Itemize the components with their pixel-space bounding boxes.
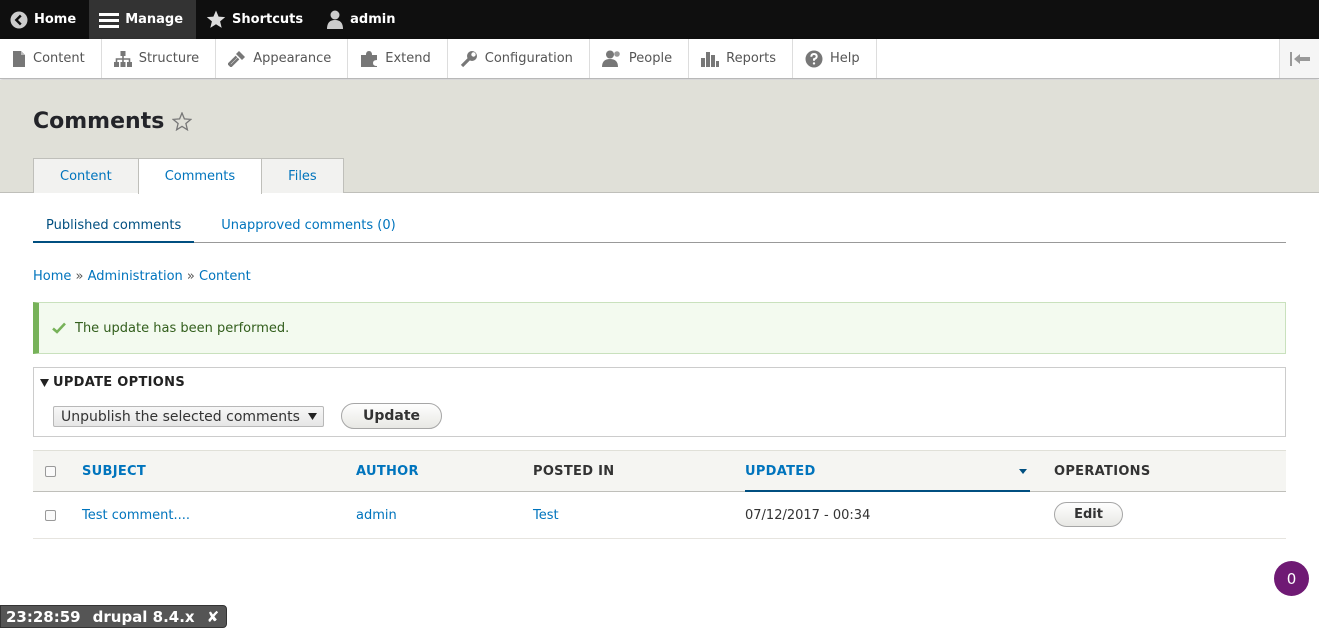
document-icon: [13, 50, 25, 67]
toolbar-user[interactable]: admin: [316, 0, 408, 39]
star-outline-icon[interactable]: [172, 112, 193, 131]
tab-content[interactable]: Content: [33, 158, 139, 193]
update-button[interactable]: Update: [341, 403, 442, 429]
dropdown-arrow-icon: [308, 413, 317, 420]
tray-item-people[interactable]: People: [590, 39, 690, 78]
update-options: UPDATE OPTIONS Unpublish the selected co…: [33, 367, 1286, 437]
triangle-down-icon: [40, 378, 49, 387]
page-title-text: Comments: [33, 109, 165, 134]
close-icon[interactable]: ✘: [207, 608, 220, 626]
tray-item-content[interactable]: Content: [0, 39, 102, 78]
people-icon: [601, 50, 620, 67]
toolbar-shortcuts[interactable]: Shortcuts: [196, 0, 316, 39]
admin-tray: Content Structure Appearance Extend Conf…: [0, 39, 1319, 79]
sort-descending-icon[interactable]: [1019, 469, 1027, 474]
env-site: drupal 8.4.x: [92, 607, 195, 626]
sort-desc-cell: [1019, 451, 1027, 492]
page-header: Comments Content Comments Files: [0, 80, 1319, 194]
toolbar-user-label: admin: [350, 12, 396, 27]
row-select-cell: [45, 492, 56, 538]
tray-label-content: Content: [33, 51, 85, 66]
row-checkbox[interactable]: [45, 509, 56, 521]
env-time: 23:28:59: [6, 607, 81, 626]
tray-label-reports: Reports: [726, 51, 776, 66]
header-posted-in: POSTED IN: [533, 464, 615, 479]
tray-item-extend[interactable]: Extend: [348, 39, 448, 78]
action-select-value: Unpublish the selected comments: [61, 408, 300, 425]
tray-label-structure: Structure: [138, 51, 200, 66]
tray-item-appearance[interactable]: Appearance: [216, 39, 349, 78]
breadcrumb: Home » Administration » Content: [33, 269, 251, 284]
header-operations: OPERATIONS: [1054, 464, 1151, 479]
toolbar-manage[interactable]: Manage: [89, 0, 197, 39]
help-icon: [805, 50, 823, 67]
comment-subject-link[interactable]: Test comment....: [82, 492, 190, 538]
toolbar-home-label: Home: [34, 12, 77, 27]
subtab-published-comments[interactable]: Published comments: [33, 209, 195, 243]
comment-posted-in-link[interactable]: Test: [533, 492, 559, 538]
tray-label-appearance: Appearance: [253, 51, 332, 66]
action-select[interactable]: Unpublish the selected comments: [53, 406, 324, 427]
tray-label-people: People: [628, 51, 673, 66]
breadcrumb-separator: »: [186, 269, 195, 284]
tab-comments[interactable]: Comments: [137, 158, 263, 194]
environment-indicator: 23:28:59 drupal 8.4.x ✘: [0, 605, 228, 628]
wrench-icon: [460, 50, 477, 67]
header-updated[interactable]: UPDATED: [745, 451, 816, 492]
update-options-summary[interactable]: UPDATE OPTIONS: [40, 375, 185, 390]
breadcrumb-content[interactable]: Content: [199, 269, 251, 284]
puzzle-icon: [361, 50, 378, 67]
star-icon: [206, 10, 226, 28]
tray-item-configuration[interactable]: Configuration: [448, 39, 590, 78]
tray-label-help: Help: [830, 51, 860, 66]
primary-tabs: Content Comments Files: [33, 158, 344, 194]
bar-chart-icon: [701, 52, 720, 67]
select-all-checkbox[interactable]: [45, 466, 56, 477]
page-title: Comments: [33, 109, 193, 134]
sitemap-icon: [113, 50, 132, 67]
tray-label-configuration: Configuration: [484, 51, 573, 66]
checkmark-icon: [52, 322, 66, 334]
toolbar-shortcuts-label: Shortcuts: [232, 12, 304, 27]
toolbar-home[interactable]: Home: [0, 0, 89, 39]
table-header: SUBJECT AUTHOR POSTED IN UPDATED OPERATI…: [33, 450, 1286, 492]
header-subject[interactable]: SUBJECT: [82, 451, 146, 492]
user-icon: [327, 10, 344, 29]
status-message-text: The update has been performed.: [75, 320, 290, 336]
tab-files[interactable]: Files: [261, 158, 344, 193]
breadcrumb-home[interactable]: Home: [33, 269, 71, 284]
comment-updated: 07/12/2017 - 00:34: [745, 507, 871, 523]
notification-badge[interactable]: 0: [1274, 561, 1309, 596]
tray-item-structure[interactable]: Structure: [102, 39, 217, 78]
admin-toolbar: Home Manage Shortcuts admin: [0, 0, 1319, 39]
collapse-left-icon: [1289, 51, 1310, 66]
subtab-unapproved-comments[interactable]: Unapproved comments (0): [208, 209, 408, 242]
paintbrush-icon: [228, 51, 246, 67]
toolbar-manage-label: Manage: [125, 12, 184, 27]
status-message: The update has been performed.: [33, 302, 1286, 354]
tray-item-reports[interactable]: Reports: [689, 39, 793, 78]
hamburger-icon: [99, 12, 120, 28]
update-options-label: UPDATE OPTIONS: [53, 375, 185, 390]
tray-orientation-toggle[interactable]: [1279, 39, 1319, 78]
select-all-cell: [45, 451, 56, 492]
header-author[interactable]: AUTHOR: [356, 451, 419, 492]
secondary-tabs: Published comments Unapproved comments (…: [33, 209, 1286, 243]
back-arrow-icon: [10, 11, 28, 28]
breadcrumb-administration[interactable]: Administration: [88, 269, 183, 284]
tray-item-help[interactable]: Help: [793, 39, 877, 78]
edit-button[interactable]: Edit: [1054, 502, 1123, 527]
comment-author-link[interactable]: admin: [356, 492, 397, 538]
breadcrumb-separator: »: [75, 269, 84, 284]
tray-label-extend: Extend: [385, 51, 431, 66]
